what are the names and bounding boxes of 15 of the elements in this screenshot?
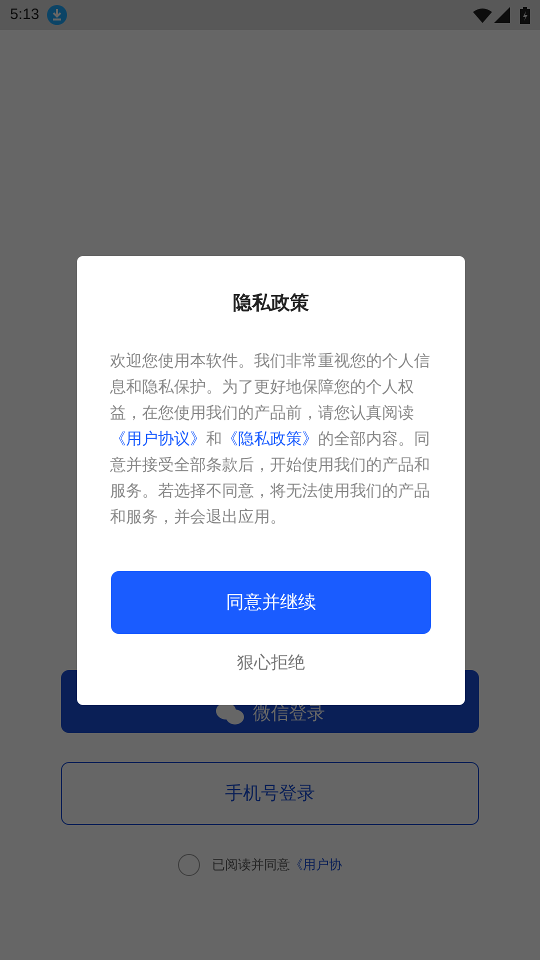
wifi-icon [473, 8, 492, 22]
dialog-title: 隐私政策 [233, 292, 309, 316]
agreement-text: 已阅读并同意《用户协 [212, 856, 342, 874]
decline-button[interactable]: 狠心拒绝 [237, 650, 305, 675]
signal-icon [494, 7, 510, 23]
user-agreement-link[interactable]: 《用户协 [290, 857, 342, 872]
download-icon [47, 5, 68, 25]
policy-link[interactable]: 《用户协议》 [110, 430, 206, 448]
phone-login-button[interactable]: 手机号登录 [61, 762, 479, 825]
status-time: 5:13 [10, 4, 40, 25]
battery-icon [520, 6, 530, 24]
policy-link[interactable]: 《隐私政策》 [222, 430, 318, 448]
dialog-message: 欢迎您使用本软件。我们非常重视您的个人信息和隐私保护。为了更好地保障您的个人权益，在您使用我们的产品前，请您认真阅读 《用户协议》和《隐私政策》的全部内容。同意并接受全部条款后，开始使用我们的产品和服务。若选择不同意，将无法使用我们的产品和服务，并会退出应用。 [110, 352, 431, 528]
agree-checkbox[interactable] [178, 854, 200, 876]
agree-continue-button[interactable]: 同意并继续 [111, 570, 431, 634]
